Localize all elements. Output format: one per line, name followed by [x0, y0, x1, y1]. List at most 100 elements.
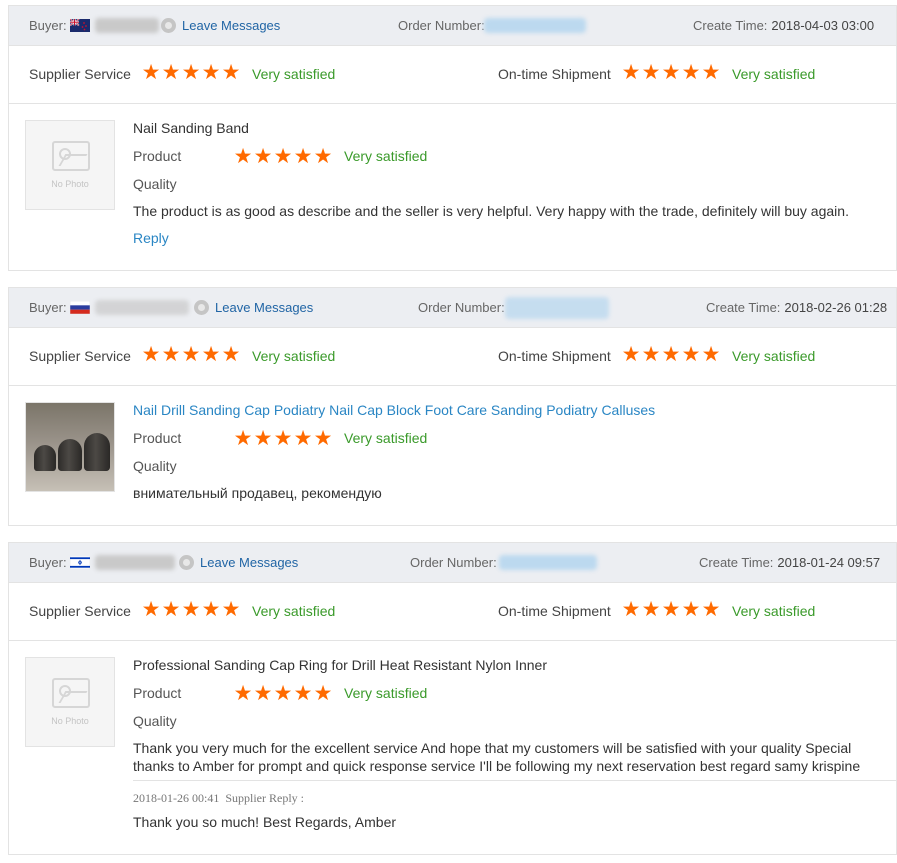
- buyer-label: Buyer:: [29, 300, 67, 315]
- create-time-label: Create Time:: [693, 18, 768, 33]
- product-stars: ★ ★ ★ ★ ★: [233, 145, 333, 168]
- review-header: Buyer: Leave Messages Order Number: Crea…: [9, 6, 896, 46]
- buyer-name-redacted: [95, 300, 189, 315]
- star-icon: ★: [621, 61, 641, 84]
- quality-label: Quality: [133, 713, 177, 729]
- product-label: Product: [133, 685, 182, 701]
- star-icon: ★: [641, 343, 661, 366]
- product-stars: ★ ★ ★ ★ ★: [233, 682, 333, 705]
- star-icon: ★: [293, 145, 313, 168]
- buyer-label: Buyer:: [29, 18, 67, 33]
- star-icon: ★: [181, 598, 201, 621]
- star-icon: ★: [621, 343, 641, 366]
- shipment-stars: ★ ★ ★ ★ ★: [621, 598, 721, 621]
- no-photo-icon: [52, 141, 90, 171]
- no-photo-text: No Photo: [51, 716, 89, 726]
- product-stars: ★ ★ ★ ★ ★: [233, 427, 333, 450]
- new-zealand-flag-icon: [70, 19, 90, 32]
- star-icon: ★: [161, 343, 181, 366]
- product-rating-text: Very satisfied: [344, 430, 428, 446]
- supplier-reply-date: 2018-01-26 00:41: [133, 791, 220, 805]
- leave-messages-link[interactable]: Leave Messages: [182, 18, 280, 33]
- sanding-cap-image: [84, 433, 110, 471]
- review-card: Buyer: Leave Messages Order Number: Crea…: [8, 542, 897, 855]
- star-icon: ★: [273, 682, 293, 705]
- leave-messages-link[interactable]: Leave Messages: [200, 555, 298, 570]
- sanding-cap-image: [34, 445, 56, 471]
- reply-link[interactable]: Reply: [133, 230, 169, 246]
- ontime-shipment-label: On-time Shipment: [498, 348, 611, 364]
- order-number-label: Order Number:: [398, 18, 485, 33]
- order-number-redacted: [505, 297, 609, 319]
- buyer-name-redacted: [95, 18, 159, 33]
- star-icon: ★: [681, 598, 701, 621]
- create-time: Create Time: 2018-01-24 09:57: [699, 555, 880, 570]
- star-icon: ★: [253, 427, 273, 450]
- star-icon: ★: [661, 343, 681, 366]
- product-thumbnail[interactable]: No Photo: [25, 120, 115, 210]
- shipment-stars: ★ ★ ★ ★ ★: [621, 343, 721, 366]
- star-icon: ★: [701, 61, 721, 84]
- star-icon: ★: [253, 682, 273, 705]
- product-label: Product: [133, 430, 182, 446]
- product-rating-text: Very satisfied: [344, 685, 428, 701]
- product-rating-text: Very satisfied: [344, 148, 428, 164]
- star-icon: ★: [141, 61, 161, 84]
- israel-flag-icon: [70, 556, 90, 569]
- supplier-reply-label: Supplier Reply :: [225, 791, 304, 805]
- quality-label: Quality: [133, 176, 177, 192]
- star-icon: ★: [233, 682, 253, 705]
- star-icon: ★: [221, 343, 241, 366]
- shipment-stars: ★ ★ ★ ★ ★: [621, 61, 721, 84]
- supplier-service-label: Supplier Service: [29, 66, 131, 82]
- review-header: Buyer: Leave Messages Order Number: Crea…: [9, 543, 896, 583]
- star-icon: ★: [701, 598, 721, 621]
- product-title-link[interactable]: Nail Drill Sanding Cap Podiatry Nail Cap…: [133, 402, 655, 418]
- star-icon: ★: [313, 682, 333, 705]
- star-icon: ★: [313, 427, 333, 450]
- shipment-rating-text: Very satisfied: [732, 603, 816, 619]
- leave-messages-link[interactable]: Leave Messages: [215, 300, 313, 315]
- quality-label: Quality: [133, 458, 177, 474]
- chat-icon[interactable]: [194, 300, 209, 315]
- buyer-name-redacted: [95, 555, 175, 570]
- create-time: Create Time: 2018-02-26 01:28: [706, 300, 887, 315]
- star-icon: ★: [233, 145, 253, 168]
- star-icon: ★: [253, 145, 273, 168]
- product-label: Product: [133, 148, 182, 164]
- create-time-label: Create Time:: [699, 555, 774, 570]
- buyer-label: Buyer:: [29, 555, 67, 570]
- ontime-shipment-label: On-time Shipment: [498, 66, 611, 82]
- create-time-label: Create Time:: [706, 300, 781, 315]
- product-title: Nail Sanding Band: [133, 120, 249, 136]
- star-icon: ★: [181, 343, 201, 366]
- product-thumbnail[interactable]: No Photo: [25, 657, 115, 747]
- supplier-reply-text: Thank you so much! Best Regards, Amber: [133, 814, 397, 830]
- review-comment: внимательный продавец, рекомендую: [133, 485, 382, 501]
- service-ratings: Supplier Service ★ ★ ★ ★ ★ Very satisfied On…: [9, 583, 896, 641]
- supplier-service-label: Supplier Service: [29, 603, 131, 619]
- supplier-service-rating-text: Very satisfied: [252, 603, 336, 619]
- supplier-service-stars: ★ ★ ★ ★ ★: [141, 343, 241, 366]
- chat-icon[interactable]: [179, 555, 194, 570]
- service-ratings: Supplier Service ★ ★ ★ ★ ★ Very satisfied On…: [9, 328, 896, 386]
- star-icon: ★: [221, 61, 241, 84]
- supplier-reply: 2018-01-26 00:41 Supplier Reply : Thank …: [133, 780, 897, 830]
- chat-icon[interactable]: [161, 18, 176, 33]
- russia-flag-icon: [70, 301, 90, 314]
- star-icon: ★: [273, 427, 293, 450]
- sanding-cap-image: [58, 439, 82, 471]
- order-number-redacted: [499, 555, 597, 570]
- star-icon: ★: [141, 598, 161, 621]
- star-icon: ★: [293, 427, 313, 450]
- review-header: Buyer: Leave Messages Order Number: Crea…: [9, 288, 896, 328]
- review-comment: Thank you very much for the excellent se…: [133, 740, 861, 774]
- supplier-service-label: Supplier Service: [29, 348, 131, 364]
- star-icon: ★: [293, 682, 313, 705]
- order-number-redacted: [484, 18, 586, 33]
- star-icon: ★: [201, 598, 221, 621]
- supplier-service-stars: ★ ★ ★ ★ ★: [141, 61, 241, 84]
- create-time-value: 2018-04-03 03:00: [771, 18, 875, 33]
- star-icon: ★: [161, 598, 181, 621]
- product-photo[interactable]: [25, 402, 115, 492]
